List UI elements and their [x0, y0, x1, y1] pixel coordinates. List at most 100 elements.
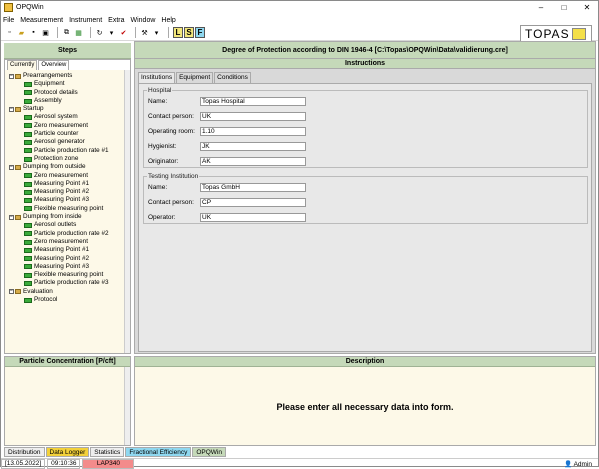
step-icon — [24, 239, 32, 245]
tree-group[interactable]: − Dumping from inside — [9, 213, 130, 221]
testing-name-input[interactable] — [200, 183, 306, 192]
tree-label: Aerosol outlets — [34, 221, 77, 229]
tree-item[interactable]: Measuring Point #3 — [9, 196, 130, 204]
hygienist-field: Hygienist: — [148, 142, 306, 151]
tree-group[interactable]: − Startup — [9, 105, 130, 113]
tree-item[interactable]: Zero measurement — [9, 122, 130, 130]
logo-text: TOPAS — [525, 26, 570, 41]
description-panel: Description Please enter all necessary d… — [134, 356, 596, 446]
status-user-label: Admin — [573, 460, 592, 468]
tree-group[interactable]: − Dumping from outside — [9, 163, 130, 171]
testing-name-field: Name: — [148, 183, 306, 192]
tree-item[interactable]: Particle production rate #2 — [9, 230, 130, 238]
tab-conditions[interactable]: Conditions — [214, 72, 251, 83]
minimize-button[interactable]: – — [530, 1, 552, 14]
collapse-icon[interactable]: − — [9, 214, 14, 220]
tree-item[interactable]: Flexible measuring point — [9, 205, 130, 213]
tab-opqwin[interactable]: OPQWin — [192, 447, 227, 457]
collapse-icon[interactable]: − — [9, 73, 14, 79]
tree-item[interactable]: Measuring Point #3 — [9, 263, 130, 271]
tree-item[interactable]: Aerosol generator — [9, 138, 130, 146]
hospital-contact-input[interactable] — [200, 112, 306, 121]
tab-institutions[interactable]: Institutions — [138, 72, 176, 83]
originator-input[interactable] — [200, 157, 306, 166]
new-file-icon[interactable]: ▫ — [5, 28, 14, 37]
checkmark-icon[interactable]: ✔ — [119, 28, 128, 37]
testing-institution-group: Testing Institution Name: Contact person… — [143, 173, 588, 224]
tree-item[interactable]: Measuring Point #1 — [9, 246, 130, 254]
l-mode-button[interactable]: L — [173, 27, 183, 38]
tree-item[interactable]: Aerosol outlets — [9, 221, 130, 229]
step-icon — [24, 131, 32, 137]
tab-overview[interactable]: Overview — [38, 60, 70, 70]
tab-data-logger[interactable]: Data Logger — [45, 447, 90, 457]
save-icon[interactable]: ▪ — [29, 28, 38, 37]
collapse-icon[interactable]: − — [9, 164, 14, 170]
dropdown-arrow-icon[interactable]: ▾ — [107, 28, 116, 37]
tree-item[interactable]: Protocol details — [9, 89, 130, 97]
hygienist-input[interactable] — [200, 142, 306, 151]
tree-item[interactable]: Protocol — [9, 296, 130, 304]
hospital-name-field: Name: — [148, 97, 306, 106]
testing-contact-input[interactable] — [200, 198, 306, 207]
menu-help[interactable]: Help — [161, 17, 175, 24]
open-folder-icon[interactable]: ▰ — [17, 28, 26, 37]
tree-item[interactable]: Equipment — [9, 80, 130, 88]
menu-file[interactable]: File — [3, 17, 14, 24]
close-button[interactable]: ✕ — [576, 1, 598, 14]
tree-item[interactable]: Assembly — [9, 97, 130, 105]
menu-extra[interactable]: Extra — [108, 17, 124, 24]
tree-item[interactable]: Measuring Point #2 — [9, 188, 130, 196]
collapse-icon[interactable]: − — [9, 289, 14, 295]
vertical-scrollbar[interactable] — [124, 70, 130, 353]
copy-icon[interactable]: ⧉ — [62, 28, 71, 37]
tree-item[interactable]: Zero measurement — [9, 238, 130, 246]
tree-item[interactable]: Particle counter — [9, 130, 130, 138]
tab-fractional-efficiency[interactable]: Fractional Efficiency — [125, 447, 192, 457]
menu-measurement[interactable]: Measurement — [20, 17, 63, 24]
tree-item[interactable]: Flexible measuring point — [9, 271, 130, 279]
operating-room-input[interactable] — [200, 127, 306, 136]
folder-icon — [15, 214, 21, 220]
tree-label: Prearrangements — [23, 72, 73, 79]
tab-statistics[interactable]: Statistics — [90, 447, 125, 457]
tab-equipment[interactable]: Equipment — [176, 72, 214, 83]
collapse-icon[interactable]: − — [9, 106, 14, 112]
tree-item[interactable]: Measuring Point #1 — [9, 180, 130, 188]
field-label: Operator: — [148, 214, 176, 221]
folder-icon — [15, 164, 21, 170]
topas-logo: TOPAS — [520, 25, 592, 42]
f-mode-button[interactable]: F — [195, 27, 205, 38]
operator-field: Operator: — [148, 213, 306, 222]
description-message: Please enter all necessary data into for… — [276, 402, 454, 412]
step-icon — [24, 189, 32, 195]
dropdown-arrow-icon[interactable]: ▾ — [152, 28, 161, 37]
tree-group[interactable]: − Prearrangements — [9, 72, 130, 80]
tree-item[interactable]: Zero measurement — [9, 172, 130, 180]
step-icon — [24, 156, 32, 162]
tab-currently[interactable]: Currently — [7, 60, 38, 70]
tree-item[interactable]: Aerosol system — [9, 113, 130, 121]
tree-item[interactable]: Particle production rate #3 — [9, 279, 130, 287]
tree-label: Protection zone — [34, 154, 79, 162]
tools-icon[interactable]: ⚒ — [140, 28, 149, 37]
instruction-tabs: Institutions Equipment Conditions — [138, 72, 252, 83]
maximize-button[interactable]: □ — [553, 1, 575, 14]
excel-icon[interactable]: ▦ — [74, 28, 83, 37]
s-mode-button[interactable]: S — [184, 27, 194, 38]
menu-instrument[interactable]: Instrument — [69, 17, 102, 24]
particle-concentration-header: Particle Concentration [P/cft] — [5, 357, 130, 367]
refresh-icon[interactable]: ↻ — [95, 28, 104, 37]
tree-item[interactable]: Particle production rate #1 — [9, 147, 130, 155]
vertical-scrollbar[interactable] — [124, 367, 130, 445]
print-icon[interactable]: ▣ — [41, 28, 50, 37]
hospital-name-input[interactable] — [200, 97, 306, 106]
tab-distribution[interactable]: Distribution — [4, 447, 45, 457]
tree-item[interactable]: Measuring Point #2 — [9, 255, 130, 263]
operator-input[interactable] — [200, 213, 306, 222]
tree-group[interactable]: − Evaluation — [9, 288, 130, 296]
tree-item[interactable]: Protection zone — [9, 155, 130, 163]
menu-window[interactable]: Window — [131, 17, 156, 24]
field-label: Hygienist: — [148, 143, 177, 150]
field-label: Originator: — [148, 158, 179, 165]
